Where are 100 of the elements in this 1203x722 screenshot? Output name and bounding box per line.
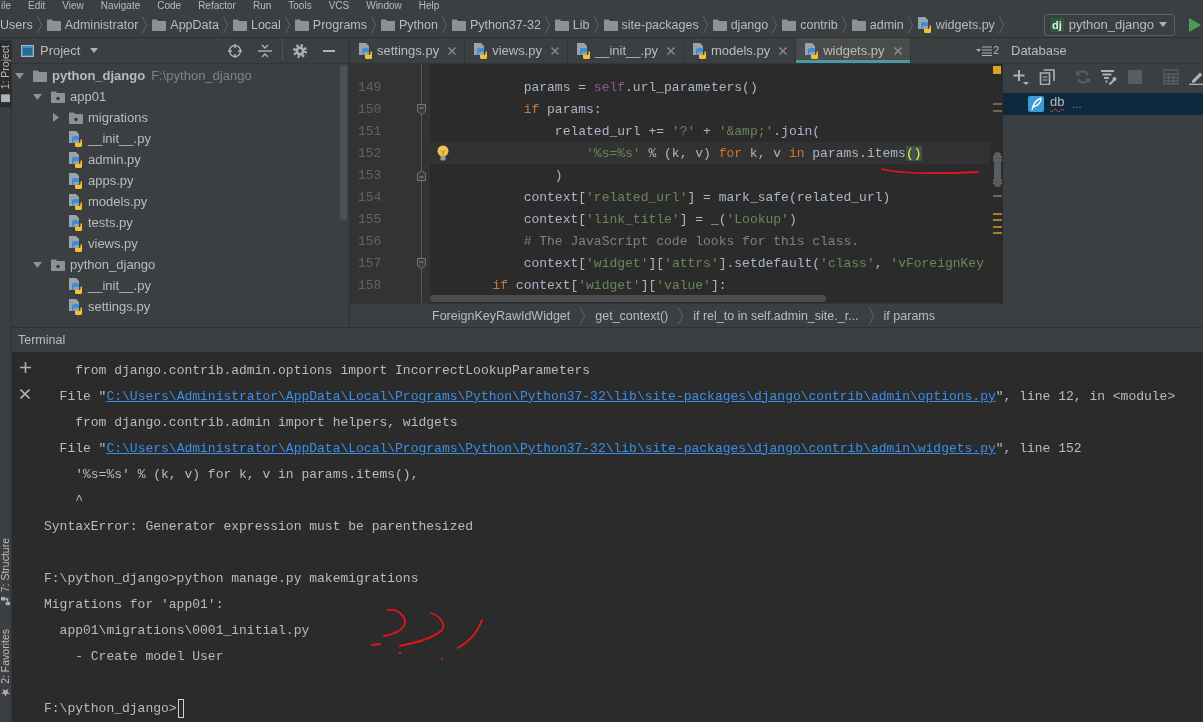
tree-item-label[interactable]: python_django xyxy=(70,257,156,272)
tree-item-label[interactable]: admin.py xyxy=(88,152,141,167)
tree-item-label[interactable]: settings.py xyxy=(88,299,151,314)
menu-item[interactable]: Window xyxy=(366,0,402,12)
chevron-icon xyxy=(36,15,42,34)
collapsed-arrow-icon[interactable] xyxy=(52,113,59,122)
menu-item[interactable]: Code xyxy=(157,0,182,12)
code-line: context['widget']['attrs'].setdefault('class', 'vForeignKey xyxy=(523,255,984,271)
chevron-icon xyxy=(593,15,599,34)
fold-marker-icon[interactable] xyxy=(416,103,426,115)
python-file-icon xyxy=(359,42,373,59)
breadcrumb-item[interactable]: Local xyxy=(232,16,281,33)
editor-tab[interactable]: views.py xyxy=(465,38,568,63)
python-file-icon xyxy=(69,235,83,252)
code-line: params = self.url_parameters() xyxy=(523,79,758,95)
python-file-icon xyxy=(69,172,83,189)
tree-item-label[interactable]: python_django xyxy=(52,68,146,83)
breadcrumb-item[interactable]: Lib xyxy=(554,16,590,33)
menu-item[interactable]: Refactor xyxy=(198,0,236,12)
python-file-icon xyxy=(917,16,932,33)
close-icon[interactable] xyxy=(666,46,675,55)
breadcrumb-item[interactable]: widgets.py xyxy=(917,16,995,33)
minimize-icon[interactable] xyxy=(323,49,335,52)
expanded-arrow-icon[interactable] xyxy=(15,72,24,79)
tree-item-label[interactable]: tests.py xyxy=(88,215,133,230)
menu-item[interactable]: VCS xyxy=(328,0,350,12)
breadcrumb-item[interactable]: AppData xyxy=(152,16,219,33)
breadcrumb-item[interactable]: django xyxy=(712,16,769,33)
folder-icon xyxy=(152,18,167,31)
breadcrumb-item[interactable]: get_context() xyxy=(595,308,669,323)
tree-item-label[interactable]: migrations xyxy=(88,110,148,125)
menu-item[interactable]: Tools xyxy=(288,0,312,12)
editor-tab[interactable]: settings.py xyxy=(350,38,466,63)
run-config-dropdown[interactable]: dj python_django xyxy=(1043,13,1175,36)
run-icon[interactable] xyxy=(1189,17,1201,32)
chevron-icon xyxy=(678,306,684,325)
scrollbar-thumb[interactable] xyxy=(340,65,347,220)
terminal-line: app01\migrations\0001_initial.py xyxy=(59,622,310,638)
tree-item-label[interactable]: __init__.py xyxy=(88,131,151,146)
breadcrumb-item[interactable]: site-packages xyxy=(603,16,699,33)
breadcrumb-item[interactable]: Programs xyxy=(294,16,368,33)
python-file-icon xyxy=(69,214,83,231)
fold-end-marker-icon[interactable] xyxy=(416,169,426,181)
caret-icon xyxy=(1159,22,1167,27)
close-icon[interactable] xyxy=(551,46,559,55)
editor-tab[interactable]: __init__.py xyxy=(568,38,684,63)
menu-item[interactable]: ile xyxy=(1,0,11,12)
breadcrumb-item[interactable]: if params xyxy=(883,308,935,323)
fold-marker-icon[interactable] xyxy=(416,257,426,269)
expanded-arrow-icon[interactable] xyxy=(33,93,42,100)
breadcrumb-item[interactable]: if rel_to in self.admin_site._r... xyxy=(693,308,859,323)
lightbulb-icon[interactable] xyxy=(437,145,449,161)
chevron-icon xyxy=(868,306,874,325)
breadcrumb-item[interactable]: Python37-32 xyxy=(451,16,541,33)
breadcrumb-item[interactable]: Python xyxy=(381,16,438,33)
scrollbar-thumb[interactable] xyxy=(994,152,1001,187)
python-file-icon xyxy=(69,151,83,168)
window-icon xyxy=(21,44,34,57)
filter-wrench-icon[interactable] xyxy=(1101,69,1117,85)
tree-item-label[interactable]: __init__.py xyxy=(88,278,151,293)
warning-square-icon[interactable] xyxy=(992,66,1001,74)
structure-icon xyxy=(1,596,10,606)
folder-icon xyxy=(294,18,309,31)
file-link[interactable]: C:\Users\Administrator\AppData\Local\Programs\Python\Python37-32\lib\site-packages\django\contrib\admin\widgets.py xyxy=(106,440,996,456)
editor-tab[interactable]: widgets.py xyxy=(796,38,911,63)
menu-item[interactable]: Run xyxy=(252,0,272,12)
breadcrumb-item[interactable]: admin xyxy=(851,16,904,33)
code-line: # The JavaScript code looks for this class. xyxy=(523,233,860,249)
menu-item[interactable]: Edit xyxy=(28,0,46,12)
menu-item[interactable]: Navigate xyxy=(100,0,141,12)
tree-item-label[interactable]: models.py xyxy=(88,194,148,209)
panel-title: Terminal xyxy=(18,333,66,347)
menu-item[interactable]: Help xyxy=(418,0,440,12)
tab-list-icon xyxy=(976,45,993,56)
star-icon xyxy=(1,688,10,697)
horizontal-scrollbar-thumb[interactable] xyxy=(430,295,826,302)
breadcrumb-item[interactable]: contrib xyxy=(782,16,838,33)
expanded-arrow-icon[interactable] xyxy=(33,261,42,268)
tree-item-label[interactable]: app01 xyxy=(70,89,107,104)
add-icon[interactable] xyxy=(1013,69,1029,85)
terminal-line: from django.contrib.admin import helpers, widgets xyxy=(75,414,458,430)
breadcrumb-item[interactable]: ForeignKeyRawIdWidget xyxy=(432,308,571,323)
tab-overflow-button[interactable]: 2 xyxy=(976,38,1003,63)
settings-icon[interactable] xyxy=(293,43,307,58)
database-item[interactable]: db ... xyxy=(1003,93,1203,115)
project-view-dropdown[interactable]: Project xyxy=(21,43,99,58)
crosshair-icon[interactable] xyxy=(228,43,242,58)
breadcrumb-item[interactable]: Administrator xyxy=(46,16,139,33)
close-icon[interactable] xyxy=(448,46,457,55)
add-icon[interactable] xyxy=(19,362,31,373)
breadcrumb-item[interactable]: Users xyxy=(0,16,33,33)
copy-icon[interactable] xyxy=(1039,69,1055,85)
tree-item-label[interactable]: apps.py xyxy=(88,173,134,188)
close-icon[interactable] xyxy=(779,46,788,55)
tree-item-label[interactable]: views.py xyxy=(88,236,138,251)
collapse-all-icon[interactable] xyxy=(258,43,272,58)
file-link[interactable]: C:\Users\Administrator\AppData\Local\Programs\Python\Python37-32\lib\site-packages\django\contrib\admin\options.py xyxy=(106,388,996,404)
menu-item[interactable]: View xyxy=(62,0,84,12)
chevron-icon xyxy=(441,15,447,34)
close-icon[interactable] xyxy=(20,389,30,399)
